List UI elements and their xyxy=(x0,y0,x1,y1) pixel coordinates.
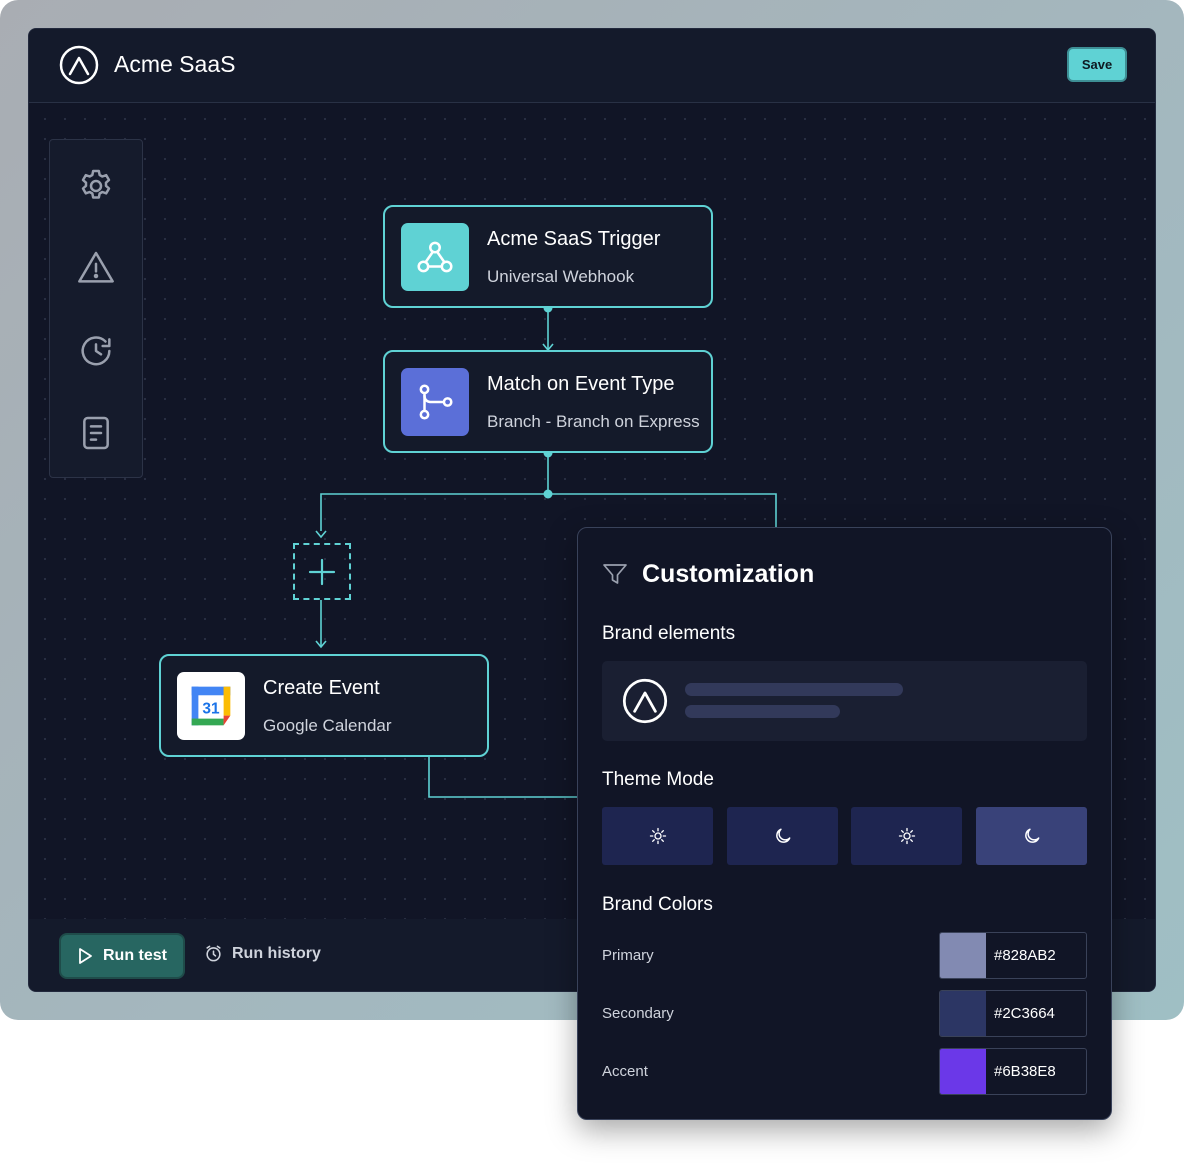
secondary-color-hex: #2C3664 xyxy=(994,1005,1055,1022)
sun-icon xyxy=(898,827,915,845)
app-title: Acme SaaS xyxy=(114,51,236,77)
create-event-node[interactable]: 31 Create Event Google Calendar xyxy=(159,654,489,757)
document-icon xyxy=(83,416,109,450)
warning-icon xyxy=(78,251,114,283)
moon-icon xyxy=(775,828,790,843)
customization-panel: Customization Brand elements Theme Mode … xyxy=(577,527,1112,1120)
warnings-button[interactable] xyxy=(76,248,116,288)
save-button[interactable]: Save xyxy=(1067,47,1127,82)
secondary-color-field[interactable]: #2C3664 xyxy=(939,990,1087,1037)
history-icon xyxy=(81,336,111,366)
trigger-node-subtitle: Universal Webhook xyxy=(487,267,635,286)
moon-icon xyxy=(1024,828,1039,843)
run-history-button[interactable]: Run history xyxy=(204,944,321,963)
filter-icon xyxy=(603,564,627,584)
placeholder-bar xyxy=(685,683,903,696)
branch-node[interactable]: Match on Event Type Branch - Branch on E… xyxy=(383,350,713,453)
accent-color-label: Accent xyxy=(602,1063,648,1080)
brand-elements-preview[interactable] xyxy=(602,661,1087,741)
theme-option-light[interactable] xyxy=(602,807,713,865)
calendar-day: 31 xyxy=(202,701,220,718)
brand-logo-icon xyxy=(622,678,668,724)
create-event-subtitle: Google Calendar xyxy=(263,716,392,735)
accent-color-hex: #6B38E8 xyxy=(994,1063,1056,1080)
theme-mode-label: Theme Mode xyxy=(602,769,714,790)
webhook-icon xyxy=(401,223,469,291)
theme-option-dark-alt-selected[interactable] xyxy=(976,807,1087,865)
run-test-button[interactable]: Run test xyxy=(59,933,185,979)
trigger-node-title: Acme SaaS Trigger xyxy=(487,228,661,250)
run-test-label: Run test xyxy=(103,947,167,964)
app-header: Acme SaaS Save xyxy=(29,29,1155,103)
primary-color-swatch xyxy=(940,933,986,978)
gear-icon xyxy=(81,169,111,199)
side-toolbar xyxy=(49,139,143,478)
plus-icon xyxy=(308,558,336,585)
brand-colors-label: Brand Colors xyxy=(602,894,713,915)
add-step-button[interactable] xyxy=(293,543,351,600)
trigger-node[interactable]: Acme SaaS Trigger Universal Webhook xyxy=(383,205,713,308)
play-icon xyxy=(79,948,92,964)
sun-icon xyxy=(649,827,666,845)
create-event-title: Create Event xyxy=(263,677,380,699)
run-history-label: Run history xyxy=(232,944,321,962)
google-calendar-icon: 31 xyxy=(177,672,245,740)
branch-node-subtitle: Branch - Branch on Express xyxy=(487,412,700,431)
accent-color-swatch xyxy=(940,1049,986,1094)
secondary-color-label: Secondary xyxy=(602,1005,674,1022)
timer-icon xyxy=(206,945,221,962)
theme-option-dark[interactable] xyxy=(727,807,838,865)
customization-title: Customization xyxy=(642,560,815,588)
placeholder-bar xyxy=(685,705,840,718)
secondary-color-swatch xyxy=(940,991,986,1036)
history-button[interactable] xyxy=(76,331,116,371)
logs-button[interactable] xyxy=(76,413,116,453)
accent-color-field[interactable]: #6B38E8 xyxy=(939,1048,1087,1095)
primary-color-field[interactable]: #828AB2 xyxy=(939,932,1087,979)
brand-elements-label: Brand elements xyxy=(602,623,736,644)
branch-node-title: Match on Event Type xyxy=(487,373,675,395)
branch-icon xyxy=(401,368,469,436)
theme-option-light-alt[interactable] xyxy=(851,807,962,865)
primary-color-label: Primary xyxy=(602,947,654,964)
settings-button[interactable] xyxy=(76,166,116,206)
primary-color-hex: #828AB2 xyxy=(994,947,1056,964)
acme-logo-icon xyxy=(59,45,99,85)
